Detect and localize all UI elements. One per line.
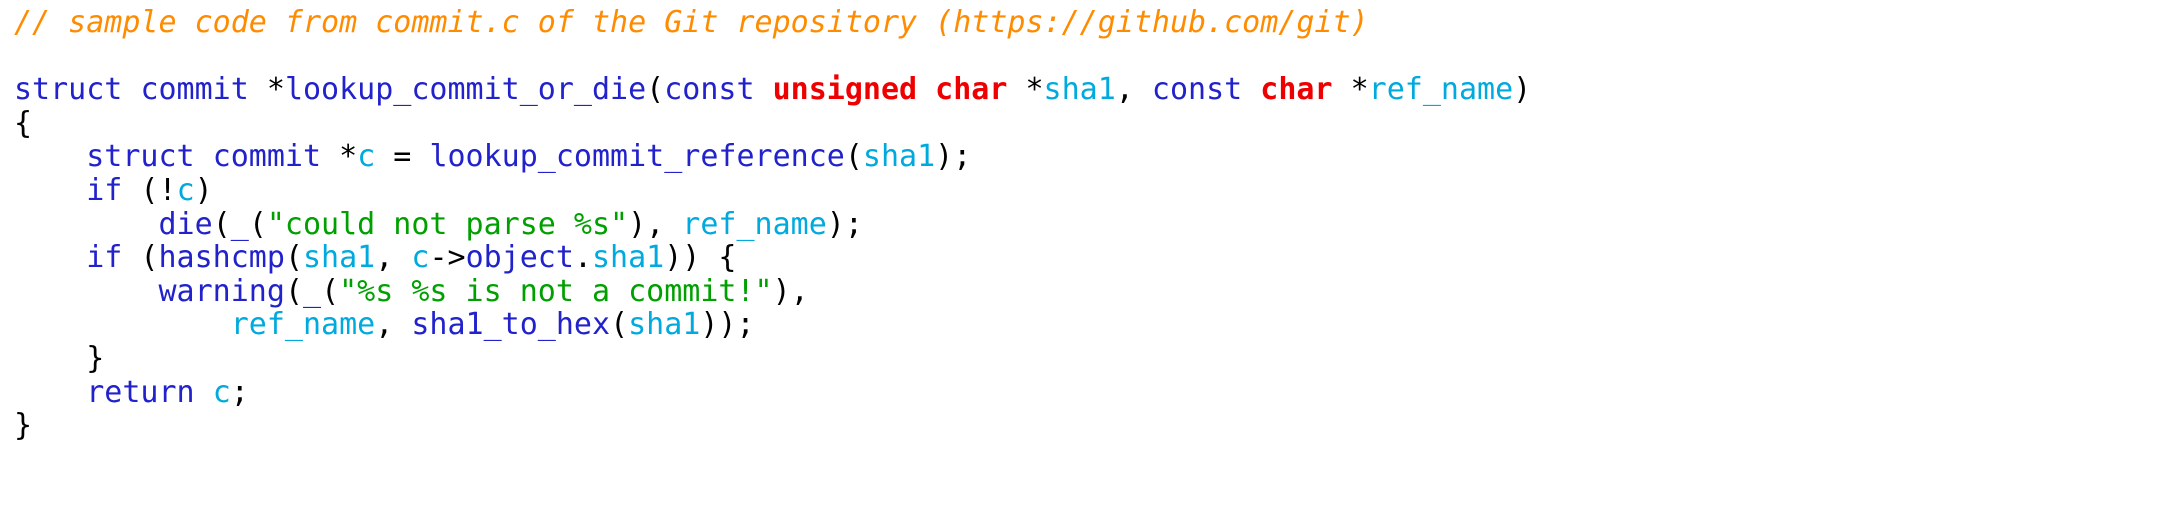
code-token-punct: =: [375, 139, 430, 175]
code-token-var: sha1: [303, 240, 376, 276]
code-line: ref_name, sha1_to_hex(sha1));: [14, 308, 2175, 342]
code-token-punct: );: [935, 139, 972, 175]
code-token-punct: .: [573, 240, 592, 276]
code-token-type: char: [1260, 72, 1333, 108]
code-token-punct: (: [646, 72, 665, 108]
code-token-punct: ): [1513, 72, 1532, 108]
code-token-punct: *: [1007, 72, 1044, 108]
code-line: die(_("could not parse %s"), ref_name);: [14, 206, 2175, 242]
code-line: }: [14, 342, 2175, 376]
code-token-var: c: [357, 139, 376, 175]
code-line: struct commit *lookup_commit_or_die(cons…: [14, 73, 2175, 107]
code-token-func: hashcmp: [158, 240, 285, 276]
code-token-func: warning: [158, 273, 285, 309]
code-line: if (!c): [14, 174, 2175, 208]
code-token-keyword: if: [86, 240, 123, 276]
code-token-var: sha1: [1043, 72, 1116, 108]
code-token-var: sha1: [862, 139, 936, 175]
code-line: return c;: [14, 374, 2175, 410]
code-token-punct: ),: [772, 273, 809, 309]
code-token-func: die: [158, 206, 213, 242]
code-token-punct: (: [122, 240, 159, 276]
code-token-func: _: [230, 206, 249, 242]
code-token-punct: (: [248, 206, 267, 242]
code-token-func: lookup_commit_reference: [429, 139, 845, 175]
code-line: struct commit *c = lookup_commit_referen…: [14, 140, 2175, 174]
code-token-string: "%s %s is not a commit!": [339, 273, 773, 309]
code-token-keyword: commit: [212, 139, 322, 175]
code-token-func: object: [465, 240, 574, 276]
code-token-punct: ,: [375, 307, 412, 343]
code-token-punct: (: [284, 273, 303, 309]
code-token-keyword: commit: [140, 72, 249, 108]
code-token-punct: );: [826, 206, 863, 242]
code-token-punct: ;: [230, 374, 249, 410]
code-token-type: unsigned char: [772, 72, 1008, 108]
code-token-punct: ): [194, 172, 213, 208]
code-token-func: sha1_to_hex: [411, 307, 611, 343]
code-token-punct: ,: [1115, 72, 1152, 108]
code-token-keyword: return: [86, 374, 195, 410]
code-token-func: lookup_commit_or_die: [284, 72, 647, 108]
code-token-func: _: [303, 273, 322, 309]
code-token-punct: ,: [375, 240, 412, 276]
code-token-punct: *: [1332, 72, 1369, 108]
code-token-var: ref_name: [230, 307, 376, 343]
code-token-punct: (: [610, 307, 629, 343]
code-token-var: ref_name: [682, 206, 827, 242]
code-token-var: ref_name: [1368, 72, 1514, 108]
code-token-punct: }: [14, 340, 105, 376]
code-token-punct: )) {: [664, 240, 737, 276]
code-token-var: sha1: [628, 307, 701, 343]
code-token-string: "could not parse %s": [266, 206, 629, 242]
code-token-keyword: const: [664, 72, 755, 108]
code-token-punct: *: [248, 72, 285, 108]
code-token-keyword: const: [1151, 72, 1243, 108]
code-token-punct: (: [844, 139, 863, 175]
code-listing: // sample code from commit.c of the Git …: [0, 0, 2175, 509]
code-token-punct: ),: [628, 206, 683, 242]
code-line: // sample code from commit.c of the Git …: [14, 6, 2175, 40]
code-token-keyword: struct: [14, 72, 123, 108]
code-token-punct: ->: [429, 240, 466, 276]
code-token-punct: (: [212, 206, 231, 242]
code-token-punct: (!: [122, 172, 177, 208]
code-token-var: c: [176, 172, 195, 208]
code-token-keyword: if: [86, 172, 123, 208]
code-token-var: c: [212, 374, 231, 410]
code-token-punct: {: [14, 105, 33, 141]
code-token-var: sha1: [592, 240, 665, 276]
code-line: }: [14, 409, 2175, 443]
code-token-punct: ));: [700, 307, 755, 343]
code-token-punct: (: [321, 273, 340, 309]
code-token-comment: // sample code from commit.c of the Git …: [14, 5, 1369, 40]
code-token-punct: (: [284, 240, 303, 276]
code-token-var: c: [411, 240, 430, 276]
code-line: warning(_("%s %s is not a commit!"),: [14, 273, 2175, 309]
code-line: {: [14, 105, 2175, 141]
code-token-punct: *: [321, 139, 358, 175]
code-token-punct: }: [14, 408, 33, 444]
code-line: if (hashcmp(sha1, c->object.sha1)) {: [14, 241, 2175, 275]
code-token-keyword: struct: [86, 139, 195, 175]
